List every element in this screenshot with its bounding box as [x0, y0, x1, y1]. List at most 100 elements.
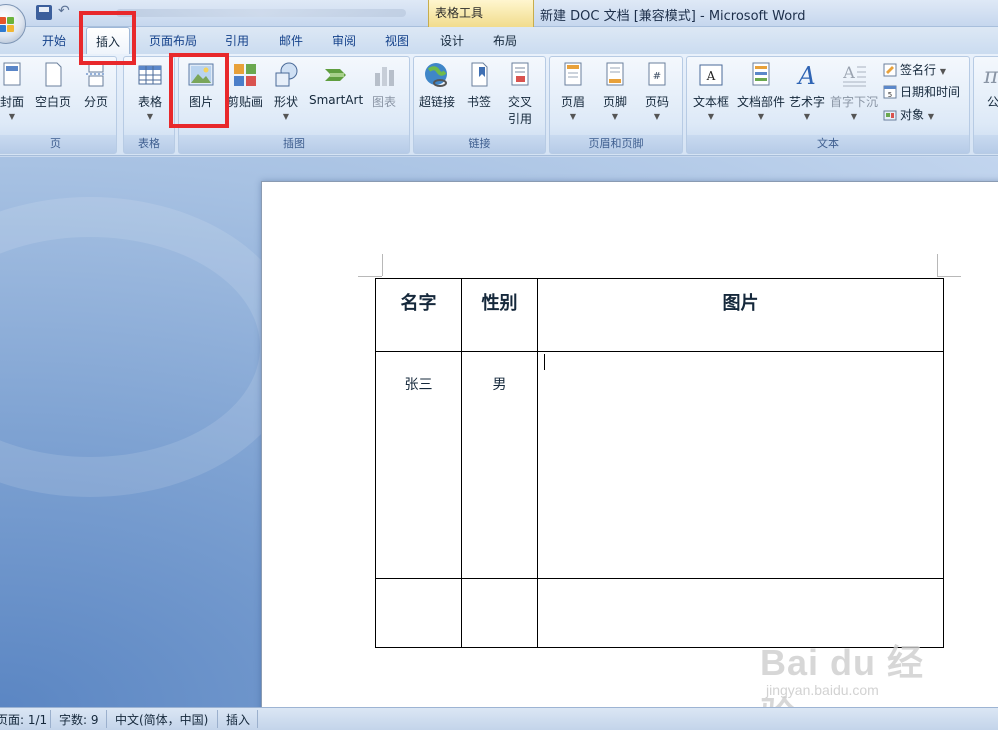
signature-line-icon	[883, 63, 897, 77]
text-box-icon: A	[699, 64, 723, 86]
document-page[interactable]: 名字 性别 图片 张三 男	[261, 181, 998, 707]
wordart-label: 艺术字	[788, 95, 825, 109]
dropdown-arrow-icon: ▼	[707, 112, 715, 121]
quick-access-blur	[116, 9, 406, 17]
tab-design[interactable]: 设计	[440, 32, 464, 49]
date-time-button[interactable]: 5 日期和时间	[883, 83, 960, 100]
equation-label: 公	[986, 95, 998, 109]
tab-view[interactable]: 视图	[385, 32, 409, 49]
quick-parts-label: 文档部件	[736, 95, 785, 109]
text-cursor	[544, 354, 545, 370]
table-header-cell[interactable]: 图片	[537, 278, 944, 352]
group-text: A 文本框 ▼ 文档部件 ▼ A 艺术字 ▼ A 首字下沉 ▼ 签名行 ▼ 5 …	[686, 56, 970, 154]
dropdown-arrow-icon: ▼	[927, 112, 934, 121]
shapes-label: 形状	[273, 95, 298, 109]
shapes-button[interactable]: 形状 ▼	[271, 61, 301, 121]
page-break-button[interactable]: 分页	[81, 61, 111, 110]
context-tool-label: 表格工具	[435, 6, 484, 20]
table-cell[interactable]	[537, 578, 944, 648]
tab-layout[interactable]: 布局	[493, 32, 517, 49]
table-cell[interactable]	[461, 578, 538, 648]
group-label-header-footer: 页眉和页脚	[550, 135, 682, 153]
text-box-button[interactable]: A 文本框 ▼	[691, 61, 731, 121]
dropdown-arrow-icon: ▼	[8, 112, 16, 121]
wordart-button[interactable]: A 艺术字 ▼	[787, 61, 827, 121]
table-cell[interactable]: 张三	[375, 351, 462, 579]
group-label-tables: 表格	[124, 135, 174, 153]
status-insert-mode[interactable]: 插入	[226, 711, 250, 728]
table-cell[interactable]: 男	[461, 351, 538, 579]
group-label-pages: 页	[0, 135, 116, 153]
page-break-icon	[86, 62, 106, 87]
group-label-text: 文本	[687, 135, 969, 153]
drop-cap-button[interactable]: A 首字下沉 ▼	[829, 61, 879, 121]
status-separator	[50, 710, 51, 728]
tab-review[interactable]: 审阅	[332, 32, 356, 49]
group-header-footer: 页眉 ▼ 页脚 ▼ # 页码 ▼ 页眉和页脚	[549, 56, 683, 154]
group-tables: 表格 ▼ 表格	[123, 56, 175, 154]
chart-button[interactable]: 图表	[369, 61, 399, 110]
clip-art-button[interactable]: 剪贴画	[225, 61, 265, 110]
undo-icon[interactable]: ↶	[58, 3, 70, 19]
bookmark-icon	[471, 62, 488, 87]
ribbon: 封面 ▼ 空白页 分页 页 表格 ▼ 表格 图片 剪贴画 形状 ▼ SmartA…	[0, 54, 998, 156]
signature-line-button[interactable]: 签名行 ▼	[883, 61, 946, 78]
footer-icon	[606, 62, 624, 86]
drop-cap-label: 首字下沉	[829, 95, 878, 109]
cover-page-label: 封面	[0, 95, 24, 109]
table-icon	[138, 65, 162, 85]
status-bar: 页面: 1/1 字数: 9 中文(简体，中国) 插入	[0, 707, 998, 730]
dropdown-arrow-icon: ▼	[757, 112, 765, 121]
blank-page-button[interactable]: 空白页	[33, 61, 73, 110]
document-table[interactable]: 名字 性别 图片 张三 男	[375, 278, 944, 648]
cross-reference-button[interactable]: 交叉 引用	[502, 61, 538, 127]
cover-page-button[interactable]: 封面 ▼	[0, 61, 27, 121]
table-header-cell[interactable]: 名字	[375, 278, 462, 352]
title-bar: ↶ 表格工具 新建 DOC 文档 [兼容模式] - Microsoft Word	[0, 0, 998, 27]
shapes-icon	[275, 62, 298, 87]
page-number-button[interactable]: # 页码 ▼	[642, 61, 672, 121]
cross-reference-label: 交叉	[507, 95, 532, 109]
blank-page-label: 空白页	[34, 95, 71, 109]
table-button[interactable]: 表格 ▼	[132, 61, 168, 121]
margin-corner-mark	[358, 276, 382, 277]
table-cell[interactable]	[375, 578, 462, 648]
status-language[interactable]: 中文(简体，中国)	[115, 711, 208, 728]
dropdown-arrow-icon: ▼	[653, 112, 661, 121]
signature-line-label: 签名行	[900, 63, 937, 77]
group-label-illustrations: 插图	[179, 135, 409, 153]
highlight-box-picture-button	[169, 53, 229, 128]
table-cell-active[interactable]	[537, 351, 944, 579]
group-label-links: 链接	[414, 135, 545, 153]
header-button[interactable]: 页眉 ▼	[558, 61, 588, 121]
equation-button[interactable]: π 公	[978, 61, 998, 110]
table-header-cell[interactable]: 性别	[461, 278, 538, 352]
status-word-count[interactable]: 字数: 9	[59, 711, 99, 728]
tab-references[interactable]: 引用	[225, 32, 249, 49]
text-box-label: 文本框	[692, 95, 729, 109]
hyperlink-button[interactable]: 超链接	[417, 61, 457, 110]
svg-text:A: A	[706, 69, 716, 83]
status-page[interactable]: 页面: 1/1	[0, 711, 47, 728]
quick-parts-button[interactable]: 文档部件 ▼	[735, 61, 787, 121]
svg-text:A: A	[842, 63, 855, 82]
save-icon[interactable]	[36, 5, 52, 20]
smartart-label: SmartArt	[309, 93, 364, 107]
smartart-button[interactable]: SmartArt	[309, 61, 363, 107]
bookmark-button[interactable]: 书签	[464, 61, 494, 110]
dropdown-arrow-icon: ▼	[569, 112, 577, 121]
tab-mailings[interactable]: 邮件	[279, 32, 303, 49]
tab-home[interactable]: 开始	[42, 32, 66, 49]
tab-page-layout[interactable]: 页面布局	[149, 32, 197, 49]
margin-corner-mark	[937, 276, 961, 277]
chart-label: 图表	[371, 95, 396, 109]
cross-reference-icon	[511, 62, 529, 86]
dropdown-arrow-icon: ▼	[803, 112, 811, 121]
object-button[interactable]: 对象 ▼	[883, 106, 934, 123]
status-separator	[106, 710, 107, 728]
footer-label: 页脚	[602, 95, 627, 109]
equation-icon: π	[983, 64, 998, 89]
footer-button[interactable]: 页脚 ▼	[600, 61, 630, 121]
date-time-label: 日期和时间	[900, 85, 961, 99]
object-label: 对象	[900, 108, 925, 122]
